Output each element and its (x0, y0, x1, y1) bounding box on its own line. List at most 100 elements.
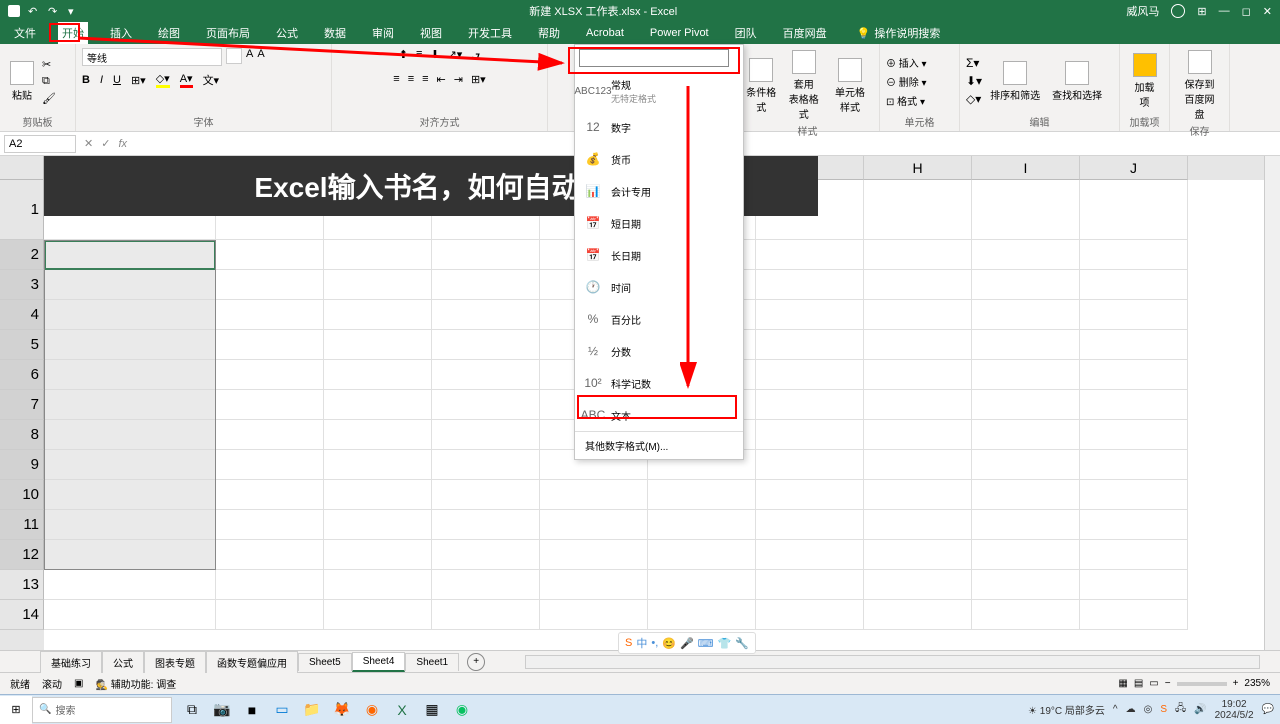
taskview-icon[interactable]: ⧉ (178, 696, 206, 724)
user-name[interactable]: 威风马 (1126, 3, 1159, 19)
start-button[interactable]: ⊞ (0, 696, 32, 724)
format-scientific[interactable]: 10²科学记数 (575, 367, 743, 399)
paste-button[interactable]: 粘贴 (6, 59, 38, 104)
tab-baidu[interactable]: 百度网盘 (779, 22, 831, 44)
tray-clock[interactable]: 19:022024/5/2 (1215, 699, 1254, 721)
tab-view[interactable]: 视图 (416, 22, 446, 44)
zoom-in-icon[interactable]: + (1233, 678, 1239, 689)
insert-cells-button[interactable]: ⊕ 插入 ▾ (886, 55, 927, 70)
vertical-scrollbar[interactable] (1264, 156, 1280, 650)
sheet-tab[interactable]: Sheet1 (405, 653, 459, 671)
ime-punct-icon[interactable]: •, (651, 637, 658, 649)
app-icon[interactable]: ◉ (358, 696, 386, 724)
sheet-tab[interactable]: 函数专题偏应用 (206, 651, 298, 673)
zoom-slider[interactable] (1177, 682, 1227, 686)
sheet-tab[interactable]: 图表专题 (144, 651, 206, 673)
explorer-icon[interactable]: 📁 (298, 696, 326, 724)
tray-app-icon[interactable]: ◎ (1144, 704, 1153, 715)
user-avatar-icon[interactable] (1171, 4, 1185, 18)
align-top-icon[interactable]: ⬆ (399, 48, 408, 67)
sort-filter-button[interactable]: 排序和筛选 (986, 59, 1044, 104)
decrease-font-icon[interactable]: A (257, 48, 264, 66)
undo-icon[interactable]: ↶ (28, 5, 40, 17)
ime-toolbox-icon[interactable]: 🔧 (735, 637, 749, 650)
maximize-icon[interactable]: ◻ (1242, 5, 1251, 18)
status-accessibility[interactable]: 🕵 辅助功能: 调查 (95, 676, 176, 691)
tray-cloud-icon[interactable]: ☁ (1126, 704, 1136, 715)
name-box[interactable] (4, 135, 76, 153)
row-header[interactable]: 9 (0, 450, 44, 480)
align-center-icon[interactable]: ≡ (408, 73, 414, 86)
status-macro-icon[interactable]: ▣ (74, 678, 83, 689)
col-header[interactable]: J (1080, 156, 1188, 180)
format-longdate[interactable]: 📅长日期 (575, 239, 743, 271)
align-left-icon[interactable]: ≡ (393, 73, 399, 86)
wechat-icon[interactable]: ◉ (448, 696, 476, 724)
col-header[interactable]: H (864, 156, 972, 180)
fill-icon[interactable]: ⬇▾ (966, 74, 982, 88)
tab-review[interactable]: 审阅 (368, 22, 398, 44)
ime-skin-icon[interactable]: 👕 (718, 637, 732, 650)
taskbar-search[interactable]: 🔍搜索 (32, 697, 172, 723)
cut-icon[interactable]: ✂ (42, 58, 56, 71)
tab-draw[interactable]: 绘图 (154, 22, 184, 44)
tray-ime-icon[interactable]: S (1160, 704, 1167, 715)
close-icon[interactable]: ✕ (1263, 5, 1272, 18)
tab-formula[interactable]: 公式 (272, 22, 302, 44)
ime-lang[interactable]: 中 (636, 635, 647, 651)
format-cells-button[interactable]: ⊡ 格式 ▾ (886, 93, 927, 108)
qat-dropdown-icon[interactable]: ▾ (68, 5, 80, 17)
tab-dev[interactable]: 开发工具 (464, 22, 516, 44)
orientation-icon[interactable]: ↗▾ (448, 48, 463, 67)
save-icon[interactable] (8, 5, 20, 17)
format-number[interactable]: 12数字 (575, 111, 743, 143)
italic-button[interactable]: I (100, 74, 103, 86)
sheet-tab[interactable]: 公式 (102, 651, 144, 673)
tab-data[interactable]: 数据 (320, 22, 350, 44)
increase-font-icon[interactable]: A (246, 48, 253, 66)
clear-icon[interactable]: ◇▾ (966, 92, 982, 106)
save-baidu-button[interactable]: 保存到 百度网盘 (1176, 48, 1223, 123)
fill-color-icon[interactable]: ◇▾ (156, 72, 170, 88)
row-header[interactable]: 12 (0, 540, 44, 570)
sheet-tab[interactable]: Sheet5 (298, 653, 352, 671)
bold-button[interactable]: B (82, 74, 90, 86)
format-percent[interactable]: %百分比 (575, 303, 743, 335)
format-fraction[interactable]: ½分数 (575, 335, 743, 367)
format-search-input[interactable] (579, 49, 729, 67)
font-size-input[interactable] (226, 48, 242, 64)
row-header[interactable]: 5 (0, 330, 44, 360)
align-right-icon[interactable]: ≡ (422, 73, 428, 86)
view-pagebreak-icon[interactable]: ▭ (1149, 678, 1158, 689)
app-icon[interactable]: 📷 (208, 696, 236, 724)
tab-acrobat[interactable]: Acrobat (582, 24, 628, 42)
delete-cells-button[interactable]: ⊖ 删除 ▾ (886, 74, 927, 89)
addin-button[interactable]: 加载项 (1126, 51, 1163, 111)
app-icon[interactable]: ▦ (418, 696, 446, 724)
col-header[interactable]: I (972, 156, 1080, 180)
tab-help[interactable]: 帮助 (534, 22, 564, 44)
sheet-tab[interactable]: 基础练习 (40, 651, 102, 673)
tray-network-icon[interactable]: 🖧 (1175, 701, 1186, 718)
format-more[interactable]: 其他数字格式(M)... (575, 431, 743, 459)
border-icon[interactable]: ⊞▾ (131, 74, 146, 87)
notification-icon[interactable]: 💬 (1262, 704, 1274, 715)
phonetic-icon[interactable]: 文▾ (203, 72, 220, 88)
row-header[interactable]: 13 (0, 570, 44, 600)
underline-button[interactable]: U (113, 74, 121, 86)
autosum-icon[interactable]: Σ▾ (966, 56, 982, 70)
ime-mic-icon[interactable]: 🎤 (680, 637, 694, 650)
enter-formula-icon[interactable]: ✓ (101, 137, 110, 150)
copy-icon[interactable]: ⧉ (42, 75, 56, 88)
ime-emoji-icon[interactable]: 😊 (662, 637, 676, 650)
conditional-format-button[interactable]: 条件格式 (742, 56, 780, 116)
fx-icon[interactable]: fx (118, 138, 127, 150)
ime-toolbar[interactable]: S 中 •, 😊 🎤 ⌨ 👕 🔧 (618, 632, 756, 654)
zoom-level[interactable]: 235% (1244, 678, 1270, 689)
redo-icon[interactable]: ↷ (48, 5, 60, 17)
select-all-corner[interactable] (0, 156, 44, 180)
ribbon-display-icon[interactable]: ⊞ (1197, 5, 1206, 18)
table-format-button[interactable]: 套用 表格格式 (784, 48, 822, 123)
tab-layout[interactable]: 页面布局 (202, 22, 254, 44)
row-header[interactable]: 3 (0, 270, 44, 300)
